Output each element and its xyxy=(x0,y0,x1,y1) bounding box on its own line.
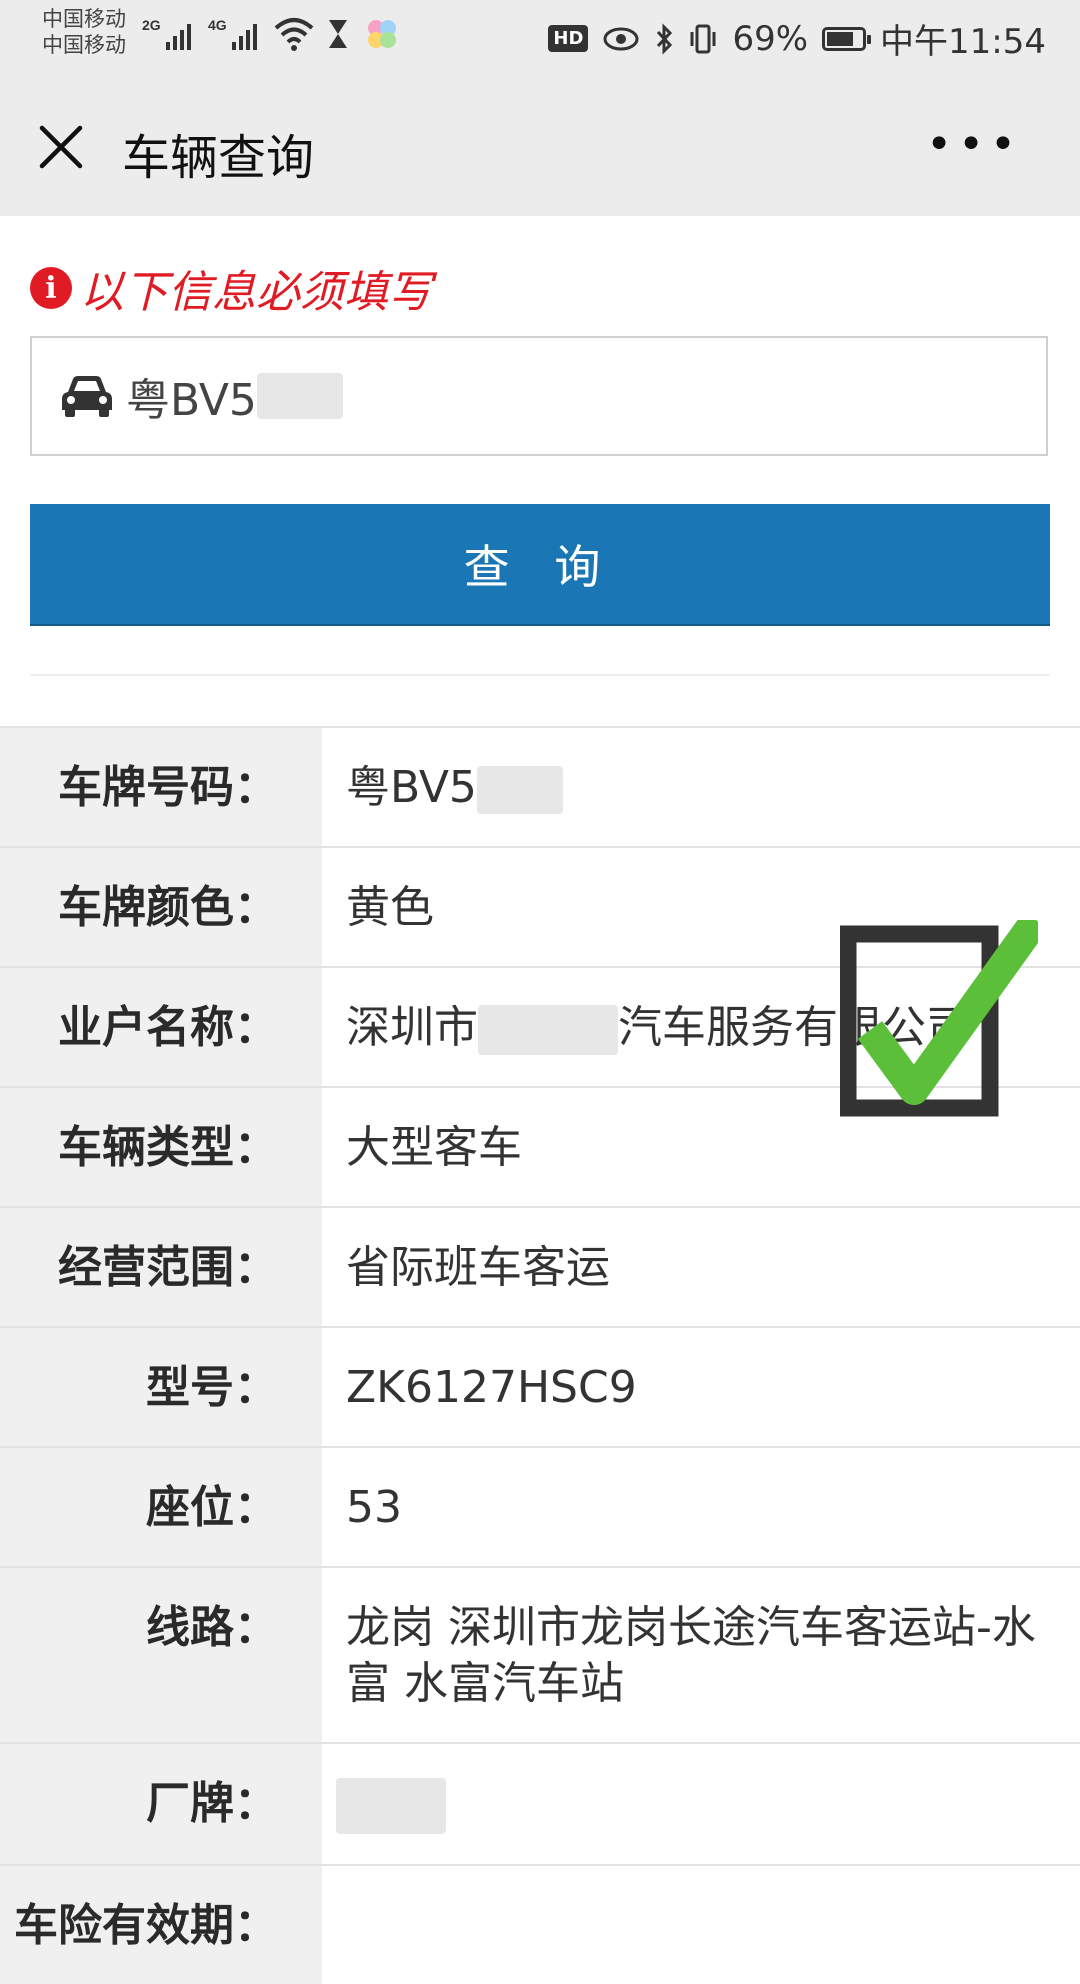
table-row: 型号： ZK6127HSC9 xyxy=(0,1326,1080,1446)
row-label: 线路： xyxy=(0,1568,322,1742)
row-label: 型号： xyxy=(0,1328,322,1446)
plate-number-value: 粤BV5 xyxy=(346,762,477,813)
divider xyxy=(30,674,1050,676)
nav-bar: 车辆查询 ••• xyxy=(0,80,1080,216)
info-icon: i xyxy=(30,267,72,309)
carrier-1: 中国移动 xyxy=(42,7,126,31)
row-label: 车牌号码： xyxy=(0,728,322,846)
row-label: 厂牌： xyxy=(0,1744,322,1864)
row-label: 经营范围： xyxy=(0,1208,322,1326)
bluetooth-icon xyxy=(657,22,673,55)
table-row: 厂牌： xyxy=(0,1742,1080,1864)
row-label: 车牌颜色： xyxy=(0,848,322,966)
row-value: 龙岗 深圳市龙岗长途汽车客运站-水富 水富汽车站 xyxy=(346,1602,1036,1709)
signal-icon: 2G xyxy=(142,17,191,50)
more-icon[interactable]: ••• xyxy=(926,123,1022,167)
net-2-label: 4G xyxy=(208,17,227,33)
close-icon[interactable] xyxy=(36,122,86,172)
row-value xyxy=(322,1866,1080,1984)
row-value: ZK6127HSC9 xyxy=(346,1362,637,1413)
clock: 中午11:54 xyxy=(880,22,1046,62)
plate-input[interactable]: 粤BV5 xyxy=(30,336,1048,456)
row-value: 省际班车客运 xyxy=(346,1242,610,1293)
wifi-icon xyxy=(274,18,314,51)
table-row: 线路： 龙岗 深圳市龙岗长途汽车客运站-水富 水富汽车站 xyxy=(0,1566,1080,1742)
row-value: 53 xyxy=(346,1482,402,1533)
net-1-label: 2G xyxy=(142,17,161,33)
signal-4g-icon: 4G xyxy=(208,17,257,50)
table-row: 车牌号码： 粤BV5 xyxy=(0,726,1080,846)
carrier-info: 中国移动 中国移动 xyxy=(42,6,126,58)
row-label: 车险有效期： xyxy=(0,1866,322,1984)
redacted-plate xyxy=(256,373,343,419)
hd-badge: HD xyxy=(548,25,589,52)
battery-icon xyxy=(822,26,872,51)
row-value xyxy=(322,1744,1080,1864)
row-value: 粤BV5 xyxy=(322,728,1080,846)
redacted-plate xyxy=(476,766,563,814)
required-notice-text: 以下信息必须填写 xyxy=(80,267,432,318)
system-status: HD 69% 中午11:54 xyxy=(548,14,1046,63)
status-bar: 中国移动 中国移动 2G 4G HD 69% 中午11:54 xyxy=(0,0,1080,80)
plate-input-value: 粤BV5 xyxy=(126,375,257,426)
result-table: 车牌号码： 粤BV5 车牌颜色： 黄色 业户名称： 深圳市 汽车服务有限公司 车辆… xyxy=(0,726,1080,1984)
required-notice: i 以下信息必须填写 xyxy=(30,256,432,320)
eye-icon xyxy=(603,27,639,50)
row-label: 车辆类型： xyxy=(0,1088,322,1206)
table-row: 车险有效期： xyxy=(0,1864,1080,1984)
row-label: 座位： xyxy=(0,1448,322,1566)
app-icon xyxy=(368,20,396,48)
table-row: 座位： 53 xyxy=(0,1446,1080,1566)
query-button[interactable]: 查 询 xyxy=(30,504,1050,626)
carrier-2: 中国移动 xyxy=(42,33,126,57)
car-icon xyxy=(62,376,112,417)
page-title: 车辆查询 xyxy=(122,130,315,186)
hourglass-icon xyxy=(329,20,347,48)
owner-name-prefix: 深圳市 xyxy=(346,1002,478,1053)
table-row: 经营范围： 省际班车客运 xyxy=(0,1206,1080,1326)
vibrate-icon xyxy=(690,24,716,53)
battery-percent: 69% xyxy=(732,18,809,59)
checkbox-check-icon xyxy=(840,920,1038,1117)
redacted-brand xyxy=(336,1778,446,1834)
redacted-owner xyxy=(478,1005,618,1055)
row-label: 业户名称： xyxy=(0,968,322,1086)
